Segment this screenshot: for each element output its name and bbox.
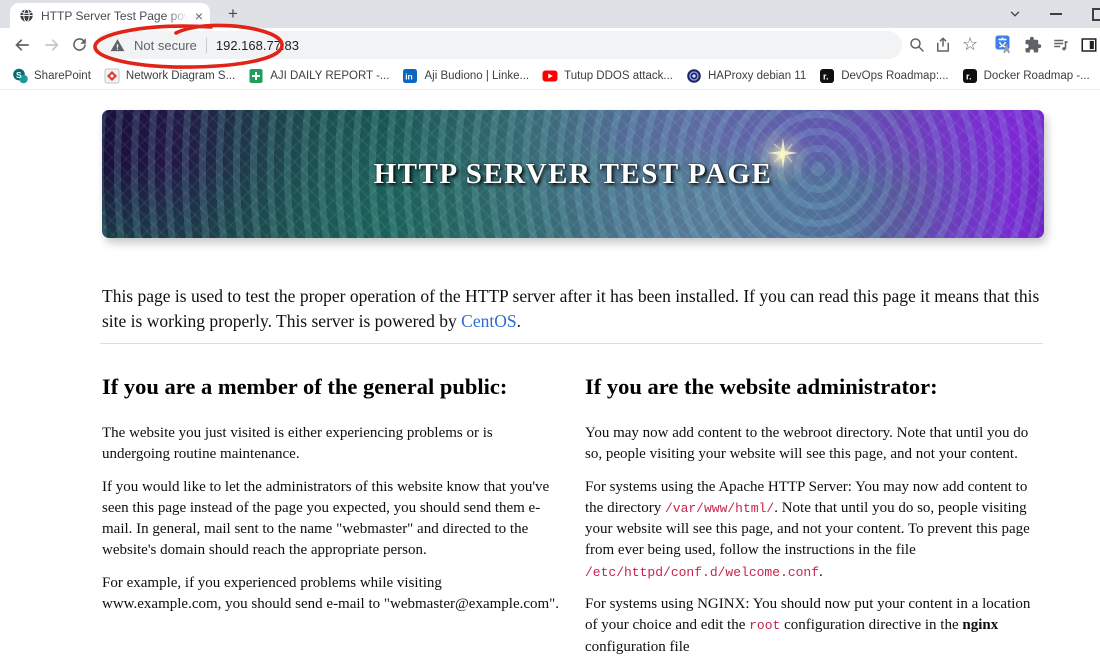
security-label[interactable]: Not secure: [134, 38, 197, 53]
roadmap-icon: r.: [819, 68, 835, 84]
playlist-extension-icon[interactable]: [1052, 36, 1072, 56]
tab-search-chevron-icon[interactable]: [1008, 7, 1022, 21]
roadmap-icon: r.: [962, 68, 978, 84]
admin-paragraph-3: For systems using NGINX: You should now …: [585, 594, 1041, 658]
public-paragraph-3: For example, if you experienced problems…: [102, 574, 560, 613]
bookmark-label: Aji Budiono | Linke...: [424, 69, 530, 82]
intro-paragraph: This page is used to test the proper ope…: [102, 284, 1043, 335]
bookmark-label: DevOps Roadmap:...: [841, 69, 949, 82]
admin-p3-text: configuration directive in the: [780, 617, 963, 634]
bookmark-network-diagram[interactable]: Network Diagram S...: [104, 68, 235, 84]
root-directive: root: [749, 618, 781, 634]
nginx-bold: nginx: [962, 617, 999, 634]
youtube-icon: [542, 68, 558, 84]
sheets-icon: [248, 68, 264, 84]
browser-toolbar: Not secure 192.168.77.83 ☆: [0, 28, 1100, 62]
globe-favicon-icon: [19, 8, 34, 23]
extensions-puzzle-icon[interactable]: [1024, 36, 1044, 56]
reload-icon[interactable]: [70, 35, 90, 55]
banner-title: HTTP SERVER TEST PAGE: [373, 157, 773, 190]
bookmark-label: HAProxy debian 11: [708, 69, 807, 82]
admin-heading: If you are the website administrator:: [585, 374, 938, 399]
bookmark-label: Network Diagram S...: [125, 69, 236, 82]
svg-text:r.: r.: [966, 71, 972, 81]
tab-strip: HTTP Server Test Page powered × +: [0, 0, 1100, 28]
test-page-banner: HTTP SERVER TEST PAGE: [102, 110, 1044, 238]
general-public-section: If you are a member of the general publi…: [102, 374, 560, 615]
minimize-button[interactable]: [1050, 13, 1062, 15]
diagram-icon: [104, 68, 120, 84]
svg-text:S: S: [16, 70, 22, 80]
search-icon[interactable]: [908, 36, 928, 56]
admin-paragraph-1: You may now add content to the webroot d…: [585, 425, 1029, 463]
intro-text: This page is used to test the proper ope…: [102, 285, 1040, 332]
new-tab-button[interactable]: +: [224, 5, 242, 23]
omnibox-divider: [205, 37, 207, 53]
horizontal-rule: [100, 343, 1043, 344]
centos-link[interactable]: CentOS: [461, 311, 516, 331]
not-secure-warning-icon[interactable]: [110, 38, 125, 53]
bookmark-youtube-ddos[interactable]: Tutup DDOS attack...: [542, 68, 673, 84]
bookmark-label: Tutup DDOS attack...: [564, 69, 673, 82]
translate-extension-icon[interactable]: [995, 35, 1015, 55]
bookmark-star-icon[interactable]: ☆: [962, 34, 978, 55]
bookmark-sharepoint[interactable]: S SharePoint: [12, 68, 91, 84]
apache-docroot-path: /var/www/html/: [664, 500, 775, 516]
bookmark-label: AJI DAILY REPORT -...: [270, 69, 390, 82]
public-paragraph-2: If you would like to let the administrat…: [102, 478, 550, 559]
browser-tab[interactable]: HTTP Server Test Page powered ×: [10, 3, 210, 28]
url-text[interactable]: 192.168.77.83: [216, 38, 299, 53]
bookmark-linkedin[interactable]: in Aji Budiono | Linke...: [402, 68, 529, 84]
admin-p3-text: configuration file: [585, 638, 690, 655]
haproxy-icon: [686, 68, 702, 84]
bookmark-haproxy[interactable]: HAProxy debian 11: [686, 68, 806, 84]
browser-window: HTTP Server Test Page powered × +: [0, 0, 1100, 655]
bookmark-docker-roadmap[interactable]: r. Docker Roadmap -...: [962, 68, 1090, 84]
address-bar[interactable]: Not secure 192.168.77.83: [96, 31, 902, 59]
bookmarks-bar: S SharePoint Network Diagram S... AJI DA…: [0, 62, 1100, 90]
public-paragraph-1: The website you just visited is either e…: [102, 425, 493, 463]
page-content: HTTP SERVER TEST PAGE This page is used …: [0, 90, 1100, 655]
admin-paragraph-2: For systems using the Apache HTTP Server…: [585, 477, 1041, 583]
welcome-conf-path: /etc/httpd/conf.d/welcome.conf: [585, 564, 820, 580]
bookmark-label: SharePoint: [34, 69, 91, 82]
starburst-decoration: [768, 138, 798, 168]
public-heading: If you are a member of the general publi…: [102, 374, 508, 399]
admin-p2-text: .: [819, 563, 823, 580]
linkedin-icon: in: [402, 68, 418, 84]
back-icon[interactable]: [12, 35, 32, 55]
sharepoint-icon: S: [12, 68, 28, 84]
bookmark-aji-daily-report[interactable]: AJI DAILY REPORT -...: [248, 68, 389, 84]
forward-icon[interactable]: [42, 35, 62, 55]
bookmark-label: Docker Roadmap -...: [983, 69, 1090, 82]
maximize-button[interactable]: [1092, 8, 1100, 21]
bookmark-devops-roadmap[interactable]: r. DevOps Roadmap:...: [819, 68, 949, 84]
tab-title: HTTP Server Test Page powered: [41, 8, 188, 23]
svg-text:in: in: [406, 71, 414, 81]
svg-text:r.: r.: [823, 71, 829, 81]
share-icon[interactable]: [934, 36, 954, 56]
intro-period: .: [516, 311, 521, 331]
website-administrator-section: If you are the website administrator: Yo…: [585, 374, 1041, 658]
side-panel-icon[interactable]: [1080, 36, 1100, 56]
tab-close-icon[interactable]: ×: [195, 9, 203, 23]
